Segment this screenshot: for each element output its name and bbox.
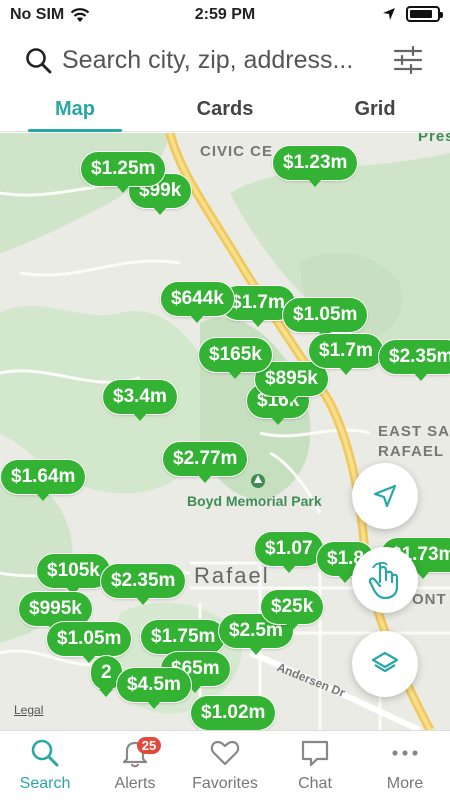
- search-icon: [31, 739, 59, 767]
- tabbar-label-favorites: Favorites: [192, 775, 258, 792]
- price-pin[interactable]: $1.25m: [80, 151, 167, 193]
- tabbar-label-search: Search: [19, 775, 71, 792]
- tabbar-label-chat: Chat: [298, 775, 332, 792]
- hand-pointer-icon: [368, 561, 399, 600]
- draw-on-map-button[interactable]: [352, 547, 418, 613]
- price-pin[interactable]: $1.7m: [308, 333, 384, 375]
- price-pin[interactable]: $3.4m: [102, 379, 178, 421]
- park-label: Boyd Memorial Park: [187, 493, 322, 509]
- battery-icon: [406, 6, 443, 22]
- price-pin[interactable]: $1.23m: [272, 145, 359, 187]
- location-arrow-icon: [383, 8, 395, 20]
- tabbar-item-alerts[interactable]: 25 Alerts: [90, 731, 180, 800]
- tabbar-item-favorites[interactable]: Favorites: [180, 731, 270, 800]
- price-pin[interactable]: $2.35m: [100, 563, 187, 605]
- status-right: [382, 6, 443, 22]
- price-pin[interactable]: $1.05m: [282, 297, 369, 339]
- price-pin[interactable]: $1.64m: [0, 459, 87, 501]
- map-label-pres: Pres: [418, 133, 450, 145]
- price-pin[interactable]: $165k: [198, 337, 273, 379]
- tabbar-item-more[interactable]: More: [360, 731, 450, 800]
- layers-icon: [371, 651, 399, 673]
- price-pin[interactable]: $25k: [260, 589, 325, 631]
- price-pin[interactable]: $4.5m: [116, 667, 192, 709]
- chat-icon: [301, 740, 329, 767]
- price-pin[interactable]: $2.35m: [378, 339, 450, 381]
- map-view[interactable]: CIVIC CE EAST SA RAFAEL Rafael Pres ONT …: [0, 133, 450, 730]
- search-bar[interactable]: Search city, zip, address...: [0, 34, 450, 88]
- price-pin[interactable]: $1.05m: [46, 621, 133, 663]
- tab-cards[interactable]: Cards: [150, 92, 300, 131]
- price-pin[interactable]: $1.02m: [190, 695, 277, 730]
- tabbar-label-more: More: [386, 775, 424, 792]
- status-bar: No SIM 2:59 PM: [0, 0, 450, 32]
- search-input[interactable]: Search city, zip, address...: [62, 46, 353, 75]
- view-tabs: Map Cards Grid: [0, 92, 450, 132]
- search-icon: [26, 48, 52, 74]
- map-label-civic: CIVIC CE: [200, 143, 274, 160]
- map-label-rafael: RAFAEL: [378, 443, 444, 460]
- price-pin[interactable]: $1.07: [254, 531, 324, 573]
- locate-me-button[interactable]: [352, 463, 418, 529]
- heart-icon: [210, 740, 240, 766]
- filter-sliders-icon[interactable]: [392, 44, 424, 76]
- price-pin[interactable]: $1.75m: [140, 619, 227, 661]
- price-pin[interactable]: $2.77m: [162, 441, 249, 483]
- navigation-arrow-icon: [373, 484, 397, 508]
- more-dots-icon: [392, 750, 418, 756]
- price-pin[interactable]: $644k: [160, 281, 235, 323]
- alerts-badge: 25: [136, 737, 162, 754]
- tabbar-label-alerts: Alerts: [114, 775, 156, 792]
- bottom-tab-bar: Search 25 Alerts Favorites Chat More: [0, 730, 450, 800]
- map-label-rafael-city: Rafael: [194, 563, 270, 588]
- map-label-ont: ONT: [412, 591, 447, 608]
- map-layers-button[interactable]: [352, 631, 418, 697]
- map-label-east: EAST SA: [378, 423, 450, 440]
- legal-link[interactable]: Legal: [14, 703, 43, 717]
- tabbar-item-chat[interactable]: Chat: [270, 731, 360, 800]
- tab-map[interactable]: Map: [0, 92, 150, 132]
- tabbar-item-search[interactable]: Search: [0, 731, 90, 800]
- tab-grid[interactable]: Grid: [300, 92, 450, 131]
